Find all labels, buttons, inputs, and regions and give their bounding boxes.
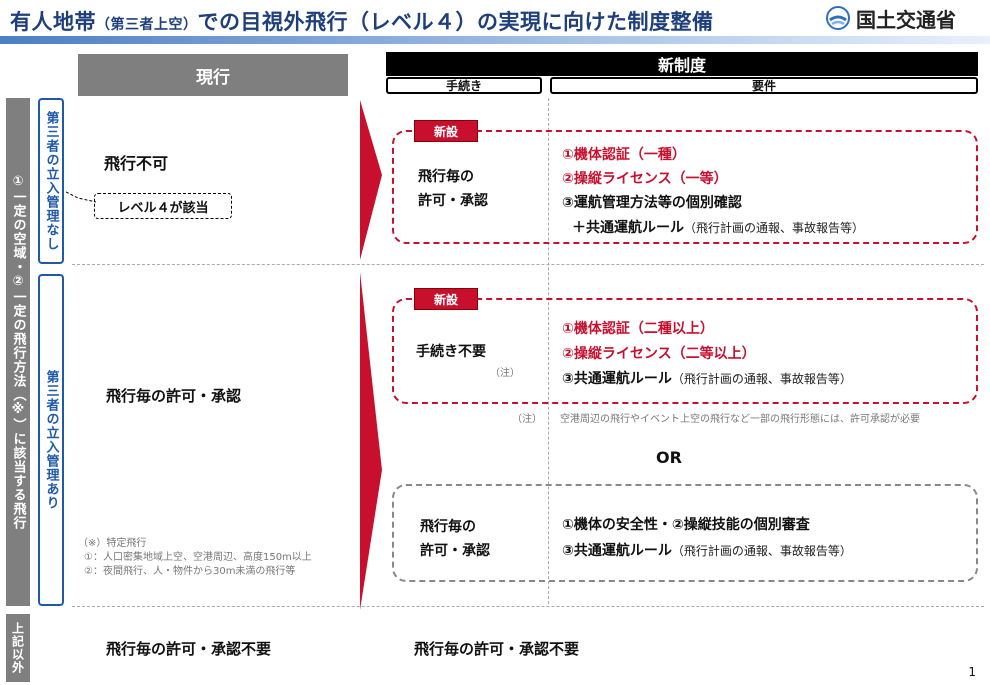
note-marker: （注）	[512, 414, 542, 425]
current-row2-status: 飛行毎の許可・承認	[106, 387, 242, 405]
with-mgmt-label: 第三者の立入管理あり	[38, 274, 64, 606]
title-underline-bar	[0, 36, 990, 44]
block2-req1: ①機体認証（二種以上）	[562, 321, 714, 337]
page-title: 有人地帯（第三者上空）での目視外飛行（レベル４）の実現に向けた制度整備	[10, 10, 714, 34]
block1-req1: ①機体認証（一種）	[562, 147, 686, 163]
org-name: 国土交通省	[856, 7, 956, 32]
block1-req3: ③運航管理方法等の個別確認	[562, 195, 742, 211]
block3-proc-line1: 飛行毎の	[420, 519, 476, 535]
new-row3-status: 飛行毎の許可・承認不要	[414, 640, 580, 658]
current-column-header: 現行	[78, 54, 348, 96]
callout-connector	[66, 191, 96, 203]
page-number: 1	[968, 665, 976, 679]
other-label: 上記以外	[6, 614, 30, 682]
new-badge: 新設	[414, 120, 478, 142]
no-mgmt-label: 第三者の立入管理なし	[38, 98, 64, 264]
block2-proc-note: （注）	[490, 368, 520, 379]
current-row3-status: 飛行毎の許可・承認不要	[106, 640, 272, 658]
block3-req2: ③共通運航ルール（飛行計画の通報、事故報告等）	[562, 543, 852, 559]
block1-req4: ＋共通運航ルール（飛行計画の通報、事故報告等）	[572, 220, 865, 236]
block1-proc-line1: 飛行毎の	[418, 169, 474, 185]
new-badge: 新設	[414, 288, 478, 310]
mlit-logo: 国土交通省	[826, 4, 986, 32]
block2-proc: 手続き不要	[416, 344, 486, 360]
block2-req2: ②操縦ライセンス（二等以上）	[562, 346, 756, 362]
block1-proc-line2: 許可・承認	[418, 193, 488, 209]
row-divider	[72, 264, 984, 265]
requirements-header: 要件	[550, 77, 978, 94]
current-row1-status: 飛行不可	[104, 154, 169, 173]
transition-arrow	[360, 100, 382, 610]
or-separator: OR	[656, 448, 682, 467]
level4-callout: レベル４が該当	[94, 193, 232, 219]
block2-req3: ③共通運航ルール（飛行計画の通報、事故報告等）	[562, 371, 852, 387]
note-line1: ①：人口密集地域上空、空港周辺、高度150m以上	[84, 552, 312, 563]
mlit-logo-icon	[826, 6, 850, 30]
procedure-header: 手続き	[386, 77, 542, 94]
permission-note: 空港周辺の飛行やイベント上空の飛行など一部の飛行形態には、許可承認が必要	[560, 414, 920, 425]
note-title: （※）特定飛行	[78, 538, 147, 549]
new-system-header: 新制度	[386, 52, 978, 76]
block3-proc-line2: 許可・承認	[420, 543, 490, 559]
block3-req1: ①機体の安全性・②操縦技能の個別審査	[562, 517, 810, 533]
note-line2: ②：夜間飛行、人・物件から30m未満の飛行等	[84, 566, 296, 577]
category-label: ①一定の空域・②一定の飛行方法（※）に該当する飛行	[6, 98, 30, 606]
row-divider	[72, 606, 984, 607]
block1-req2: ②操縦ライセンス（一等）	[562, 171, 728, 187]
